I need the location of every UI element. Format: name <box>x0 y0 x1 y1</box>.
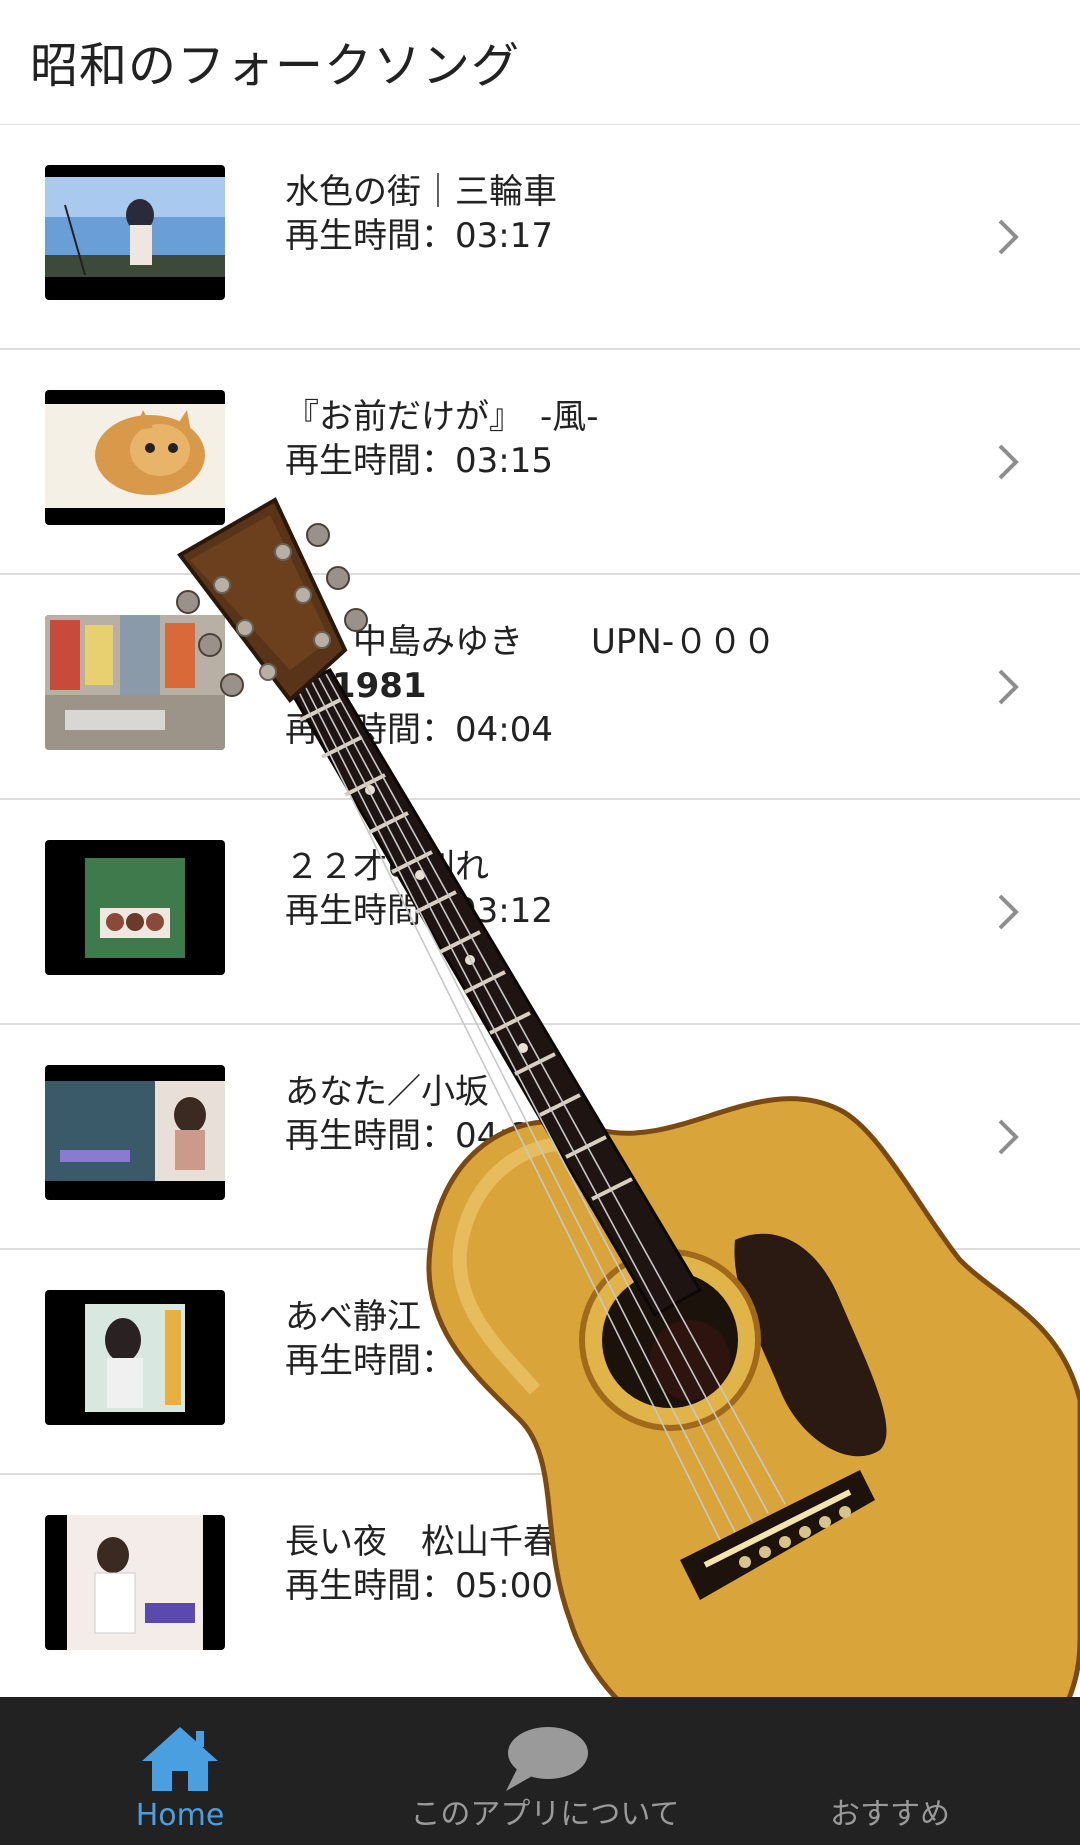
chevron-right-icon <box>998 219 1019 255</box>
tab-label: このアプリについて <box>410 1797 680 1832</box>
song-title: 中島みゆき UPN-０００ <box>285 622 777 662</box>
song-duration: 再生時間： <box>285 1341 455 1381</box>
tab-home[interactable]: Home <box>80 1697 280 1845</box>
home-icon <box>142 1727 218 1791</box>
chevron-right-icon <box>998 669 1019 705</box>
app-header: 昭和のフォークソング <box>0 0 1080 125</box>
chevron-right-icon <box>998 894 1019 930</box>
song-duration: 再生時間：05:00 <box>285 1566 553 1606</box>
list-item[interactable]: ２２才の別れ 再生時間：03:12 <box>0 800 1080 1025</box>
tab-label: おすすめ <box>830 1797 950 1832</box>
song-list: 水色の街｜三輪車 再生時間：03:17 『お前だけが』 -風- 再生時間：03:… <box>0 125 1080 1700</box>
bottom-tab-bar: Home このアプリについて おすすめ <box>0 1697 1080 1845</box>
song-title: ２２才の別れ <box>285 847 489 887</box>
tab-recommend[interactable]: おすすめ <box>790 1697 990 1845</box>
song-title: あべ静江 <box>285 1297 421 1337</box>
video-thumbnail <box>45 840 225 975</box>
song-duration: 再生時間：04:3 <box>285 1116 532 1156</box>
song-title: 長い夜 松山千春 <box>285 1522 557 1562</box>
song-title: 『お前だけが』 -風- <box>285 397 599 437</box>
chevron-right-icon <box>998 1569 1019 1605</box>
chat-bubble-icon <box>506 1727 588 1791</box>
chevron-right-icon <box>998 1119 1019 1155</box>
song-duration: 再生時間：03:15 <box>285 441 553 481</box>
video-thumbnail <box>45 1290 225 1425</box>
video-thumbnail <box>45 615 225 750</box>
list-item[interactable]: 水色の街｜三輪車 再生時間：03:17 <box>0 125 1080 350</box>
chevron-right-icon <box>998 444 1019 480</box>
list-item[interactable]: 中島みゆき UPN-０００ ’1981 再生時間：04:04 <box>0 575 1080 800</box>
list-item[interactable]: あべ静江 再生時間： <box>0 1250 1080 1475</box>
chevron-right-icon <box>998 1344 1019 1380</box>
song-title: あなた／小坂 <box>285 1072 489 1112</box>
video-thumbnail <box>45 1065 225 1200</box>
page-title: 昭和のフォークソング <box>30 38 521 94</box>
song-duration: 再生時間：03:17 <box>285 216 553 256</box>
song-duration: 再生時間：04:04 <box>285 710 553 750</box>
song-title: 水色の街｜三輪車 <box>285 172 557 212</box>
list-item[interactable]: 長い夜 松山千春 再生時間：05:00 <box>0 1475 1080 1700</box>
video-thumbnail <box>45 165 225 300</box>
list-item[interactable]: あなた／小坂 再生時間：04:3 <box>0 1025 1080 1250</box>
song-subtitle: ’1981 <box>285 666 427 706</box>
tab-label: Home <box>135 1798 225 1833</box>
video-thumbnail <box>45 390 225 525</box>
song-duration: 再生時間：03:12 <box>285 891 553 931</box>
list-item[interactable]: 『お前だけが』 -風- 再生時間：03:15 <box>0 350 1080 575</box>
tab-about[interactable]: このアプリについて <box>395 1697 695 1845</box>
video-thumbnail <box>45 1515 225 1650</box>
